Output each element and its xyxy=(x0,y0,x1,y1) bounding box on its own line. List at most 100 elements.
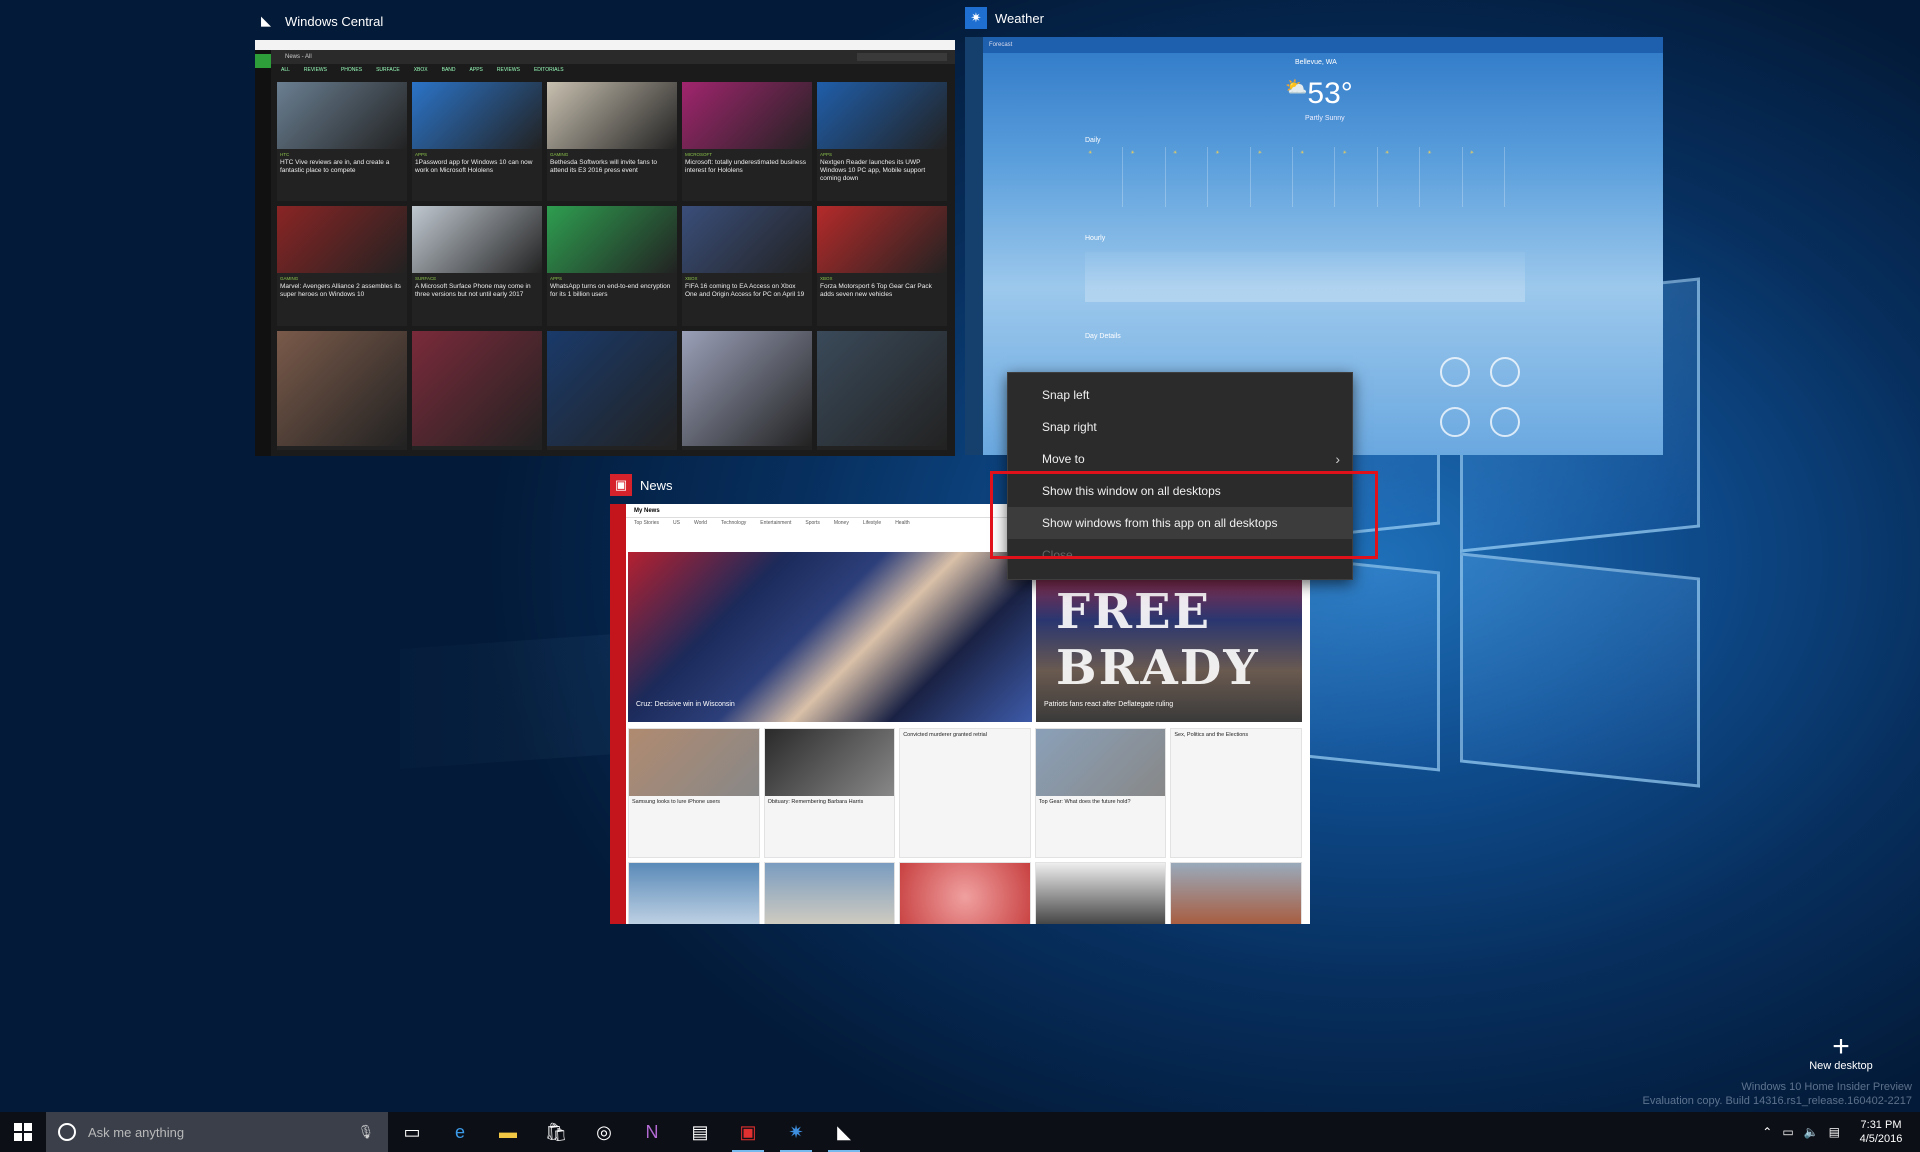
windows-logo-icon xyxy=(14,1123,32,1141)
action-center-icon[interactable]: ▤ xyxy=(1829,1125,1840,1139)
day-column: ☀ xyxy=(1085,147,1124,207)
windows-central-icon: ◣ xyxy=(261,13,271,28)
window-title: News xyxy=(640,477,673,493)
article-image xyxy=(412,206,542,274)
window-title-bar[interactable]: ◣ Windows Central xyxy=(255,8,955,34)
category-tab: REVIEWS xyxy=(496,67,520,73)
article-image xyxy=(682,82,812,149)
article-title: Microsoft: totally underestimated busine… xyxy=(685,158,807,174)
article-category: APPS xyxy=(550,276,563,282)
day-column: ☀ xyxy=(1255,147,1294,207)
day-details-label: Day Details xyxy=(1085,333,1121,340)
temp-value: 53° xyxy=(1307,77,1353,110)
day-column: ☀ xyxy=(1467,147,1506,207)
story-title: Samsung looks to lure iPhone users xyxy=(632,798,721,805)
volume-icon[interactable]: 🔈 xyxy=(1804,1125,1819,1139)
sun-icon: ☀ xyxy=(1172,150,1178,156)
article-card: GAMING Bethesda Softworks will invite fan… xyxy=(547,82,677,202)
taskbar-apps: ▭ e ▬ 🛍 ◎ N ▤ ▣ ✷ ◣ xyxy=(388,1112,868,1152)
article-card xyxy=(412,330,542,450)
edge-icon[interactable]: e xyxy=(436,1112,484,1152)
story-title: Top Gear: What does the future hold? xyxy=(1038,798,1131,805)
store-icon[interactable]: 🛍 xyxy=(532,1112,580,1152)
article-title: Marvel: Avengers Alliance 2 assembles it… xyxy=(280,283,401,299)
news-icon: ▣ xyxy=(610,474,632,496)
category-tab: Top Stories xyxy=(634,520,660,526)
article-title: Nextgen Reader launches its UWP Windows … xyxy=(820,158,926,182)
category-tab: Money xyxy=(833,520,849,526)
article-text: APPS Nextgen Reader launches its UWP Wind… xyxy=(817,149,947,185)
uv-index-gauge xyxy=(1440,407,1470,437)
article-image xyxy=(547,82,677,149)
app-sidebar xyxy=(610,504,626,924)
story-card: Sex, Politics and the Elections xyxy=(1170,728,1302,858)
windows-central-thumbnail[interactable]: News - All ALL REVIEWS PHONES SURFACE XBOX BA… xyxy=(255,40,955,456)
clock[interactable]: 7:31 PM 4/5/2016 xyxy=(1850,1118,1912,1146)
header-label: Forecast xyxy=(989,42,1013,48)
file-explorer-icon[interactable]: ▬ xyxy=(484,1112,532,1152)
sun-icon: ☀ xyxy=(1300,150,1305,156)
weather-icon[interactable]: ✷ xyxy=(772,1112,820,1152)
story-card xyxy=(628,862,760,924)
category-tab: ALL xyxy=(281,67,290,73)
article-title: A Microsoft Surface Phone may come in th… xyxy=(415,283,531,299)
microphone-icon[interactable]: 🎙 xyxy=(357,1124,374,1140)
windows-central-icon[interactable]: ◣ xyxy=(820,1112,868,1152)
menu-item-label: Move to xyxy=(1042,452,1085,466)
day-column: ☀ xyxy=(1212,147,1251,207)
article-text: APPS 1Password app for Windows 10 can now… xyxy=(412,149,542,177)
article-image xyxy=(817,206,947,274)
onenote-icon[interactable]: N xyxy=(628,1112,676,1152)
windows-central-window[interactable]: ◣ Windows Central News - All ALL REVIEWS P… xyxy=(255,8,955,456)
condition-label: Partly Sunny xyxy=(1305,115,1345,122)
hero-caption: Cruz: Decisive win in Wisconsin xyxy=(636,701,735,708)
hourly-chart xyxy=(1085,252,1525,302)
article-text xyxy=(817,446,947,450)
article-image xyxy=(817,330,947,446)
day-column: ☀ xyxy=(1382,147,1421,207)
search-placeholder: Ask me anything xyxy=(88,1124,185,1140)
article-title: 1Password app for Windows 10 can now wor… xyxy=(415,158,533,174)
hero-story: Cruz: Decisive win in Wisconsin xyxy=(628,552,1032,722)
start-button[interactable] xyxy=(0,1112,46,1152)
article-text: MICROSOFT Microsoft: totally underestimat… xyxy=(682,149,812,177)
article-image xyxy=(817,82,947,149)
article-category: XBOX xyxy=(685,276,698,282)
article-category: APPS xyxy=(820,151,833,157)
app-titlebar xyxy=(255,40,955,50)
window-title-bar[interactable]: ✷ Weather xyxy=(965,5,1663,31)
temperature: ⛅53° xyxy=(1285,77,1353,111)
article-text xyxy=(277,446,407,450)
story-card: Samsung looks to lure iPhone users xyxy=(628,728,760,858)
article-title: WhatsApp turns on end-to-end encryption … xyxy=(550,283,671,299)
story-card: Obituary: Remembering Barbara Harris xyxy=(763,728,896,858)
sun-icon: ☀ xyxy=(1384,150,1390,156)
category-tab: PHONES xyxy=(340,67,363,73)
news-icon[interactable]: ▣ xyxy=(724,1112,772,1152)
window-title: Windows Central xyxy=(285,13,384,29)
menu-item-label: Snap left xyxy=(1042,388,1090,402)
chevron-right-icon: › xyxy=(1335,451,1340,467)
article-text: SURFACE A Microsoft Surface Phone may com… xyxy=(412,273,542,301)
network-icon[interactable]: ▭ xyxy=(1782,1125,1793,1139)
category-tab: BAND xyxy=(441,67,456,73)
groove-icon[interactable]: ◎ xyxy=(580,1112,628,1152)
task-view-icon[interactable]: ▭ xyxy=(388,1112,436,1152)
plus-icon: + xyxy=(1832,1030,1850,1063)
menu-item-snap-left[interactable]: Snap left xyxy=(1008,379,1352,411)
cortana-search-box[interactable]: Ask me anything 🎙 xyxy=(46,1112,388,1152)
category-tab: Entertainment xyxy=(760,520,792,526)
search-box xyxy=(857,53,947,61)
chevron-up-icon[interactable]: ⌃ xyxy=(1762,1125,1772,1139)
sun-icon: ☀ xyxy=(1215,150,1220,156)
article-category: HTC xyxy=(280,151,290,157)
article-text: APPS WhatsApp turns on end-to-end encrypt… xyxy=(547,273,677,301)
day-column: ☀ xyxy=(1127,147,1166,207)
sway-icon[interactable]: ▤ xyxy=(676,1112,724,1152)
article-image xyxy=(547,206,677,274)
story-title: Sex, Politics and the Elections xyxy=(1174,732,1249,738)
menu-item-snap-right[interactable]: Snap right xyxy=(1008,411,1352,443)
day-column: ☀ xyxy=(1424,147,1463,207)
new-desktop-button[interactable]: + New desktop xyxy=(1796,1030,1886,1073)
system-tray: ⌃ ▭ 🔈 ▤ 7:31 PM 4/5/2016 xyxy=(1762,1112,1920,1152)
